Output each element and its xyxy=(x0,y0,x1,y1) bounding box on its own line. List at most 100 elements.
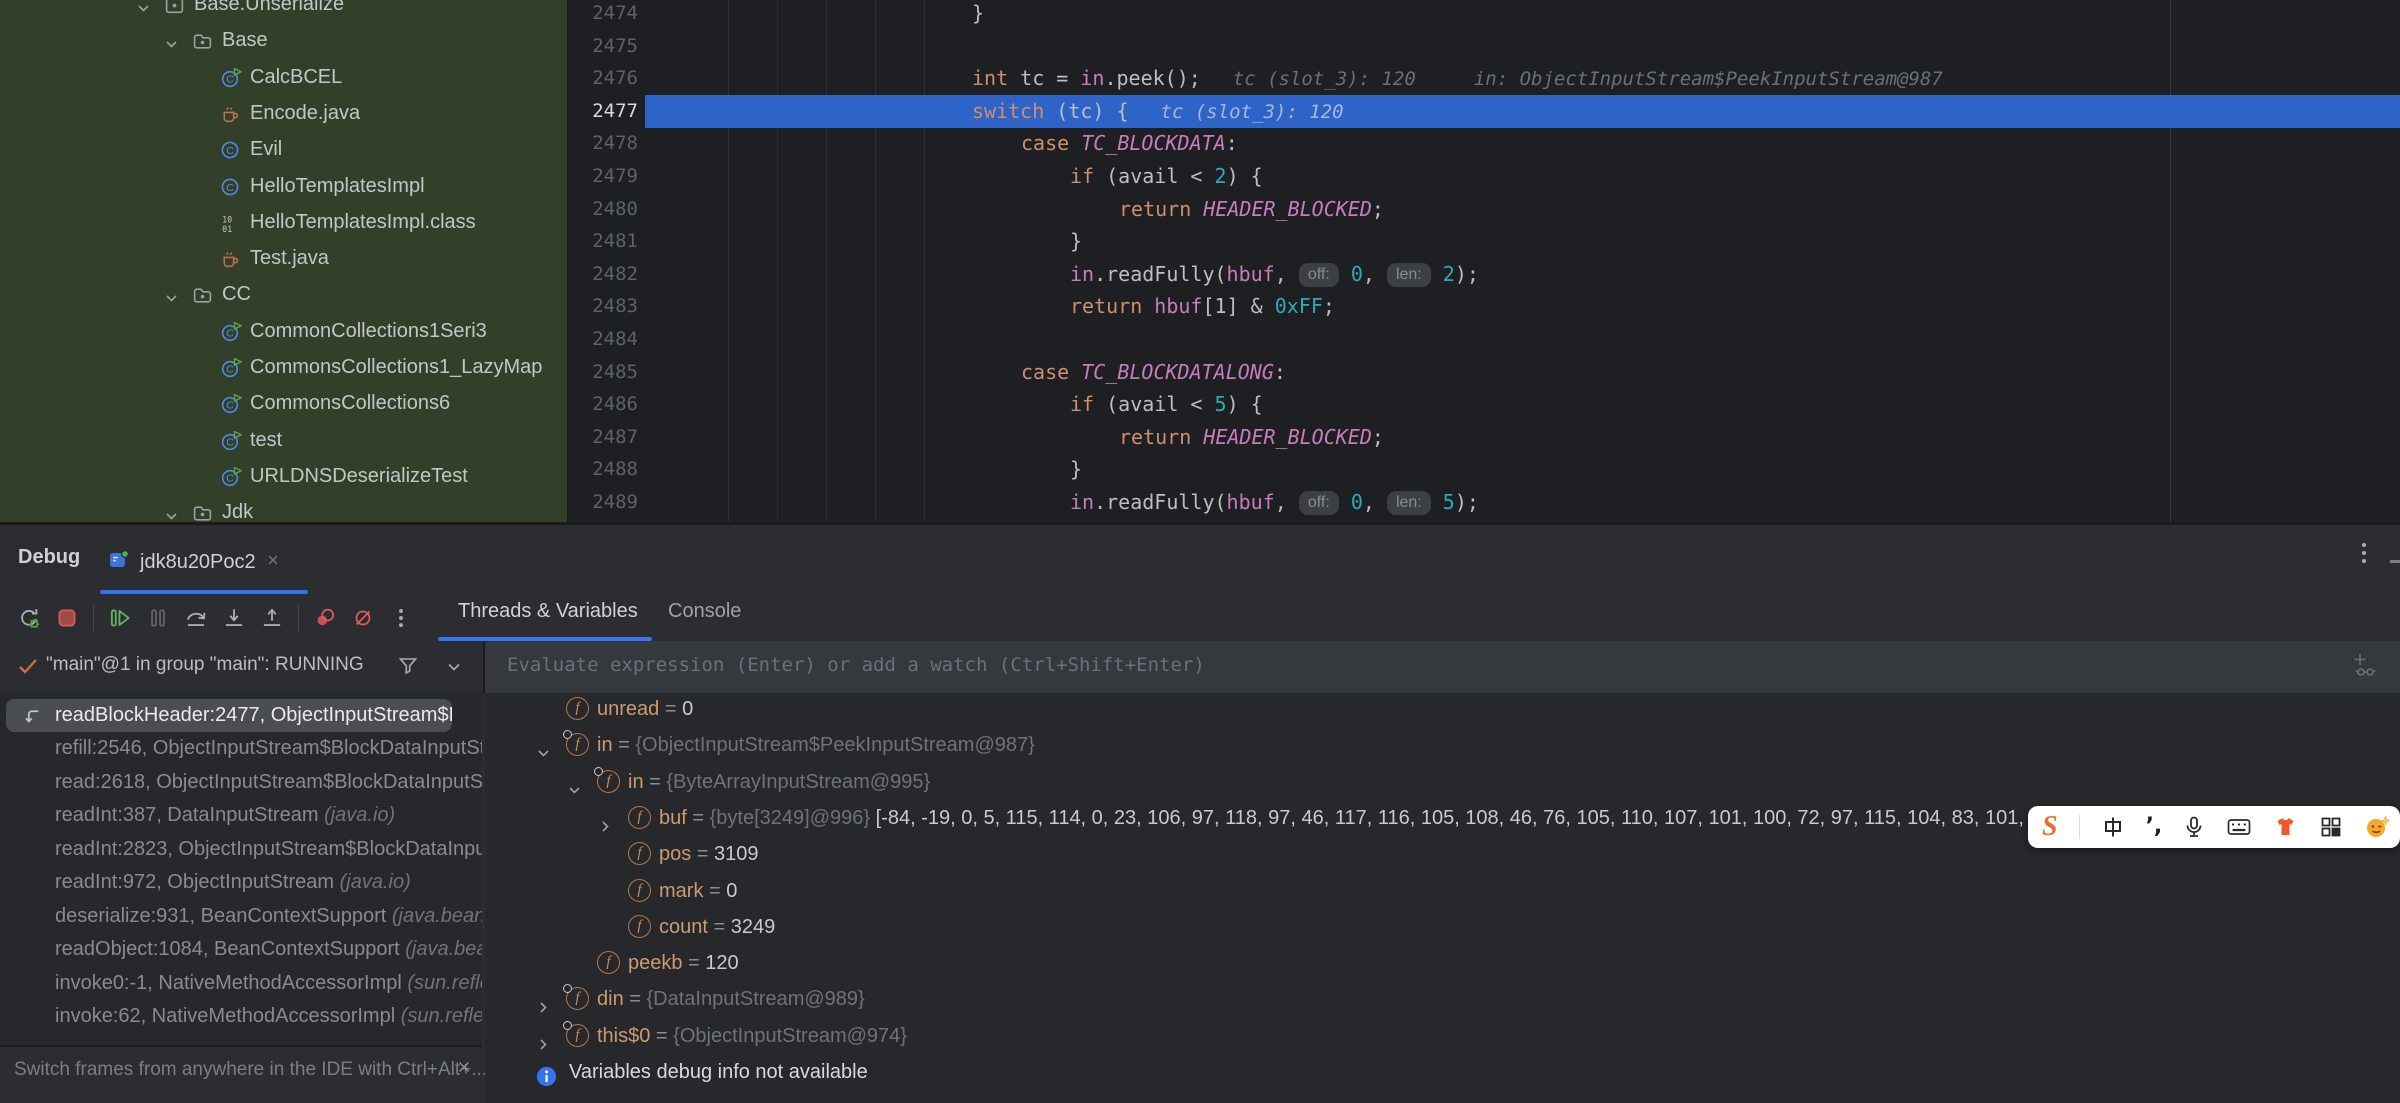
chevron-down-icon[interactable] xyxy=(567,774,582,800)
frame-row[interactable]: invoke:62, NativeMethodAccessorImpl (sun… xyxy=(0,1000,482,1034)
view-breakpoints-button[interactable] xyxy=(308,598,342,638)
variable-text: peekb = 120 xyxy=(628,945,739,981)
variable-row[interactable]: funread = 0 xyxy=(485,693,2400,727)
frame-row[interactable]: readBlockHeader:2477, ObjectInputStream$… xyxy=(6,699,452,733)
tree-item-cc[interactable]: CC xyxy=(0,278,568,314)
microphone-icon[interactable] xyxy=(2183,812,2205,842)
variable-row[interactable]: Variables debug info not available xyxy=(485,1054,2400,1090)
chevron-right-icon[interactable] xyxy=(536,991,551,1017)
code-line[interactable]: in.readFully(hbuf, off: 0, len: 2); xyxy=(678,258,2400,291)
tab-threads-variables[interactable]: Threads & Variables xyxy=(458,600,638,623)
tree-item-base-unserialize[interactable]: Base.Unserialize xyxy=(0,0,568,24)
sogou-logo-icon[interactable]: S xyxy=(2042,812,2058,842)
hide-panel-icon[interactable] xyxy=(2390,560,2400,563)
variable-row[interactable]: fthis$0 = {ObjectInputStream@974} xyxy=(485,1018,2400,1054)
variable-row[interactable]: fcount = 3249 xyxy=(485,909,2400,945)
chevron-down-icon[interactable] xyxy=(136,0,151,22)
tree-item-label: CommonsCollections1_LazyMap xyxy=(250,356,542,379)
tree-item-calcbcel[interactable]: CCalcBCEL xyxy=(0,61,568,97)
skin-icon[interactable] xyxy=(2273,812,2298,842)
toolbox-icon[interactable] xyxy=(2319,812,2343,842)
session-tab[interactable]: jdk8u20Poc2 xyxy=(108,538,280,586)
tree-item-commonscollections6[interactable]: CCommonsCollections6 xyxy=(0,387,568,423)
chinese-mode-icon[interactable] xyxy=(2101,812,2125,842)
variable-row[interactable]: fin = {ObjectInputStream$PeekInputStream… xyxy=(485,727,2400,763)
code-line[interactable]: len = Bits.getInt(hbuf, off: 1); xyxy=(678,519,2400,522)
code-line[interactable]: return hbuf[1] & 0xFF; xyxy=(678,290,2400,323)
code-line[interactable]: return HEADER_BLOCKED; xyxy=(678,193,2400,226)
tree-item-jdk[interactable]: Jdk xyxy=(0,496,568,522)
inline-debugger-hint: in: ObjectInputStream$PeekInputStream@98… xyxy=(1474,68,1943,90)
tree-item-hellotemplatesimpl[interactable]: CHelloTemplatesImpl xyxy=(0,170,568,206)
tree-item-test-java[interactable]: Test.java xyxy=(0,242,568,278)
code-line[interactable]: in.readFully(hbuf, off: 0, len: 5); xyxy=(678,486,2400,519)
resume-button[interactable] xyxy=(103,598,137,638)
frame-row[interactable]: readInt:387, DataInputStream (java.io) xyxy=(0,799,482,833)
chevron-down-icon[interactable] xyxy=(536,737,551,763)
code-line[interactable]: } xyxy=(678,0,2400,30)
rerun-debug-button[interactable] xyxy=(12,598,46,638)
frame-row[interactable]: read:2618, ObjectInputStream$BlockDataIn… xyxy=(0,766,482,800)
thread-status[interactable]: "main"@1 in group "main": RUNNING xyxy=(0,641,482,693)
tree-item-test[interactable]: Ctest xyxy=(0,424,568,460)
frame-row[interactable]: readInt:2823, ObjectInputStream$BlockDat… xyxy=(0,833,482,867)
chevron-down-icon[interactable] xyxy=(164,289,179,312)
tree-item-commonscollections1-lazymap[interactable]: CCommonsCollections1_LazyMap xyxy=(0,351,568,387)
more-button[interactable] xyxy=(384,598,418,638)
code-line[interactable]: } xyxy=(678,453,2400,486)
tree-item-encode-java[interactable]: Encode.java xyxy=(0,97,568,133)
frame-row[interactable]: readObject:1084, BeanContextSupport (jav… xyxy=(0,933,482,967)
step-out-button[interactable] xyxy=(255,598,289,638)
pause-button[interactable] xyxy=(141,598,175,638)
frame-row[interactable]: refill:2546, ObjectInputStream$BlockData… xyxy=(0,732,482,766)
close-icon[interactable] xyxy=(266,553,280,572)
code-line[interactable]: int tc = in.peek();tc (slot_3): 120in: O… xyxy=(678,62,2400,96)
variable-row[interactable]: fpeekb = 120 xyxy=(485,945,2400,981)
code-line[interactable]: return HEADER_BLOCKED; xyxy=(678,421,2400,454)
add-to-watches-icon[interactable] xyxy=(2348,651,2378,684)
emoji-icon[interactable] xyxy=(2364,812,2390,842)
keyboard-icon[interactable] xyxy=(2226,812,2252,842)
code-line[interactable]: } xyxy=(678,225,2400,258)
variable-row[interactable]: fdin = {DataInputStream@989} xyxy=(485,981,2400,1017)
chevron-right-icon[interactable] xyxy=(536,1028,551,1054)
tree-item-base[interactable]: Base xyxy=(0,24,568,60)
ime-toolbar[interactable]: S ’, xyxy=(2028,806,2400,848)
variable-row[interactable]: fmark = 0 xyxy=(485,873,2400,909)
code-token: HEADER_BLOCKED xyxy=(1203,425,1372,449)
code-line[interactable]: case TC_BLOCKDATALONG: xyxy=(678,356,2400,389)
frame-row[interactable]: readInt:972, ObjectInputStream (java.io) xyxy=(0,866,482,900)
code-line[interactable]: switch (tc) {tc (slot_3): 120 xyxy=(678,95,2400,129)
code-line[interactable]: case TC_BLOCKDATA: xyxy=(678,127,2400,160)
variable-reference: {ObjectInputStream$PeekInputStream@987} xyxy=(635,734,1034,756)
tree-item-hellotemplatesimpl-class[interactable]: 1001HelloTemplatesImpl.class xyxy=(0,206,568,242)
punctuation-icon[interactable]: ’, xyxy=(2146,812,2163,842)
step-into-button[interactable] xyxy=(217,598,251,638)
tree-item-commoncollections1seri3[interactable]: CCommonCollections1Seri3 xyxy=(0,315,568,351)
code-token: 2 xyxy=(1215,164,1227,188)
stop-button[interactable] xyxy=(50,598,84,638)
close-icon[interactable] xyxy=(456,1059,472,1080)
chevron-right-icon[interactable] xyxy=(598,810,613,836)
line-number: 2476 xyxy=(569,62,638,95)
evaluate-expression-input[interactable]: Evaluate expression (Enter) or add a wat… xyxy=(483,641,2400,693)
tab-console[interactable]: Console xyxy=(668,600,741,623)
tree-item-urldnsdeserializetest[interactable]: CURLDNSDeserializeTest xyxy=(0,460,568,496)
chevron-down-icon[interactable] xyxy=(164,35,179,58)
frame-row[interactable]: deserialize:931, BeanContextSupport (jav… xyxy=(0,900,482,934)
frame-row[interactable]: invoke0:-1, NativeMethodAccessorImpl (su… xyxy=(0,967,482,1001)
line-number: 2486 xyxy=(569,388,638,421)
chevron-down-icon[interactable] xyxy=(446,659,462,680)
tree-item-evil[interactable]: CEvil xyxy=(0,133,568,169)
more-options-icon[interactable] xyxy=(2354,540,2374,571)
code-token: } xyxy=(972,1,984,25)
code-line[interactable]: if (avail < 2) { xyxy=(678,160,2400,193)
code-editor[interactable]: 2474}24752476int tc = in.peek();tc (slot… xyxy=(569,0,2400,522)
step-over-button[interactable] xyxy=(179,598,213,638)
variable-row[interactable]: fin = {ByteArrayInputStream@995} xyxy=(485,764,2400,800)
chevron-down-icon[interactable] xyxy=(164,507,179,522)
class-binary-icon: 1001 xyxy=(220,213,241,240)
filter-icon[interactable] xyxy=(396,654,420,683)
mute-breakpoints-button[interactable] xyxy=(346,598,380,638)
code-line[interactable]: if (avail < 5) { xyxy=(678,388,2400,421)
